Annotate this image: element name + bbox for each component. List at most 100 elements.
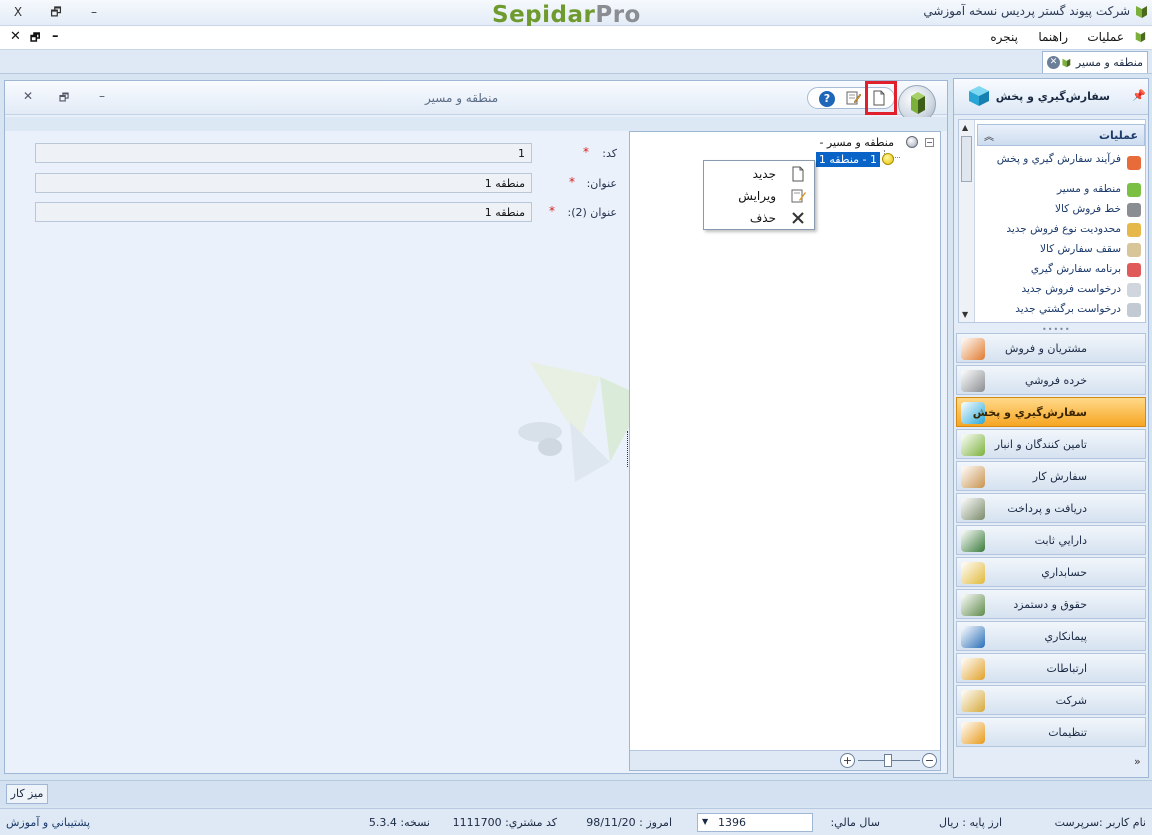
fiscal-year-select[interactable]: ▼ 1396 [697, 813, 813, 832]
nav-button-label: پيمانکاري [1044, 630, 1087, 643]
nav-button[interactable]: مشتريان و فروش [956, 333, 1146, 363]
module-icon [961, 626, 985, 648]
calendar-icon [1127, 263, 1141, 277]
scroll-up-icon[interactable]: ▲ [962, 123, 968, 132]
child-minimize-button[interactable]: – [52, 29, 59, 44]
tab-app-icon [1062, 58, 1071, 68]
op-item-label: درخواست فروش جديد [1021, 283, 1122, 295]
context-menu: جديد ويرايش حذف [703, 160, 815, 230]
op-item-sale-type-limit[interactable]: محدوديت نوع فروش جديد [977, 220, 1145, 240]
nav-button[interactable]: پيمانکاري [956, 621, 1146, 651]
title-bar: X 🗗 – SepidarPro شرکت پیوند گستر پردیس ن… [0, 0, 1152, 28]
nav-button[interactable]: حقوق و دستمزد [956, 589, 1146, 619]
nav-button-label: تامين کنندگان و انبار [994, 438, 1087, 451]
op-item-new-sale-request[interactable]: درخواست فروش جديد [977, 280, 1145, 300]
tree-node-region1[interactable]: 1 - منطقه 1 [815, 152, 880, 167]
context-new[interactable]: جديد [704, 163, 814, 185]
op-item-new-return-request[interactable]: درخواست برگشتي جديد [977, 300, 1145, 320]
nav-button[interactable]: تنظيمات [956, 717, 1146, 747]
op-item-label: سقف سفارش کالا [1039, 243, 1121, 255]
zoom-in-button[interactable]: + [840, 753, 855, 768]
tree-collapse-toggle[interactable]: − [925, 138, 934, 147]
nav-button[interactable]: دريافت و پرداخت [956, 493, 1146, 523]
form-subbar [5, 117, 947, 131]
delete-icon [792, 212, 804, 224]
scroll-thumb[interactable] [961, 136, 972, 182]
support-link[interactable]: پشتيباني و آموزش [6, 816, 90, 829]
operations-header[interactable]: عمليات ︽ [977, 124, 1145, 146]
op-item-order-cap[interactable]: سقف سفارش کالا [977, 240, 1145, 260]
title2-field[interactable]: منطقه 1 [35, 202, 532, 222]
tab-label: منطقه و مسير [1075, 56, 1143, 69]
close-window-button[interactable]: X [10, 4, 26, 20]
nav-button[interactable]: خرده فروشي [956, 365, 1146, 395]
status-bar: نام کاربر :سرپرست ارز پايه : ريال سال ما… [0, 808, 1152, 835]
status-customer-code: کد مشتري: 1111700 [452, 816, 557, 829]
new-document-icon [792, 166, 804, 182]
navigation-panel: 📌 سفارش‌گيري و پخش ▲ ▼ عمليات ︽ فرآيند س… [953, 78, 1149, 778]
code-label: کد: [602, 147, 617, 160]
nav-button[interactable]: شرکت [956, 685, 1146, 715]
new-button-highlight [865, 81, 897, 115]
title2-required-marker: * [549, 204, 555, 218]
module-icon [961, 690, 985, 712]
nav-header-title: سفارش‌گيري و پخش [995, 90, 1110, 103]
context-delete-label: حذف [749, 211, 776, 225]
nav-button[interactable]: ارتباطات [956, 653, 1146, 683]
form-close-button[interactable]: ✕ [21, 89, 35, 103]
nav-button[interactable]: سفارش‌گيري و پخش [956, 397, 1146, 427]
form-restore-button[interactable]: 🗗 [57, 89, 71, 108]
menu-help[interactable]: راهنما [1038, 30, 1068, 44]
op-item-region-route[interactable]: منطقه و مسير [977, 180, 1145, 200]
nav-button-label: مشتريان و فروش [1005, 342, 1087, 355]
op-item-order-schedule[interactable]: برنامه سفارش گيري [977, 260, 1145, 280]
context-delete[interactable]: حذف [704, 207, 814, 229]
expand-nav-icon[interactable]: » [1134, 755, 1141, 768]
operations-title: عمليات [1098, 129, 1138, 142]
operations-scrollbar[interactable]: ▲ ▼ [959, 120, 975, 322]
context-new-label: جديد [752, 167, 776, 181]
cart-icon [1127, 203, 1141, 217]
desktop-button[interactable]: ميز کار [6, 784, 48, 804]
op-item-sales-line[interactable]: خط فروش کالا [977, 200, 1145, 220]
tree-root-icon [906, 136, 918, 148]
status-fiscal-year-label: سال مالي: [830, 816, 880, 829]
nav-button-label: سفارش کار [1032, 470, 1087, 483]
zoom-out-button[interactable]: − [922, 753, 937, 768]
status-version: نسخه: 5.3.4 [368, 816, 430, 829]
op-item-label: محدوديت نوع فروش جديد [1006, 223, 1121, 235]
tree-root-node[interactable]: منطقه و مسير - [819, 136, 894, 149]
nav-button[interactable]: حسابداري [956, 557, 1146, 587]
limit-icon [1127, 223, 1141, 237]
nav-button-label: ارتباطات [1046, 662, 1087, 675]
edit-button[interactable] [844, 90, 862, 108]
nav-button-label: سفارش‌گيري و پخش [972, 406, 1087, 419]
edit-icon [791, 189, 806, 203]
minimize-window-button[interactable]: – [86, 4, 102, 20]
menu-operations[interactable]: عمليات [1087, 30, 1124, 44]
nav-button[interactable]: سفارش کار [956, 461, 1146, 491]
op-item-order-process[interactable]: فرآيند سفارش گيري و پخش [977, 150, 1145, 180]
nav-button[interactable]: تامين کنندگان و انبار [956, 429, 1146, 459]
zoom-slider-handle[interactable] [884, 754, 892, 767]
op-item-label: خط فروش کالا [1054, 203, 1121, 215]
pin-icon[interactable]: 📌 [1132, 89, 1146, 102]
title-field[interactable]: منطقه 1 [35, 173, 532, 193]
collapse-chevron-icon[interactable]: ︽ [984, 128, 994, 143]
dropdown-arrow-icon: ▼ [702, 817, 709, 826]
restore-window-button[interactable]: 🗗 [48, 4, 64, 20]
help-button[interactable]: ? [818, 90, 836, 108]
op-item-label: فرآيند سفارش گيري و پخش [996, 153, 1121, 165]
fiscal-year-value: 1396 [718, 816, 746, 829]
tab-region-route[interactable]: منطقه و مسير ✕ [1042, 51, 1148, 73]
menu-window[interactable]: پنجره [990, 30, 1018, 44]
form-minimize-button[interactable]: – [95, 89, 109, 103]
nav-button[interactable]: دارايي ثابت [956, 525, 1146, 555]
child-close-button[interactable]: ✕ [10, 29, 21, 44]
scroll-down-icon[interactable]: ▼ [962, 310, 968, 319]
tree-node-icon [882, 153, 894, 165]
tab-close-icon[interactable]: ✕ [1047, 56, 1060, 69]
code-field[interactable]: 1 [35, 143, 532, 163]
context-edit[interactable]: ويرايش [704, 185, 814, 207]
child-restore-button[interactable]: 🗗 [30, 29, 40, 48]
